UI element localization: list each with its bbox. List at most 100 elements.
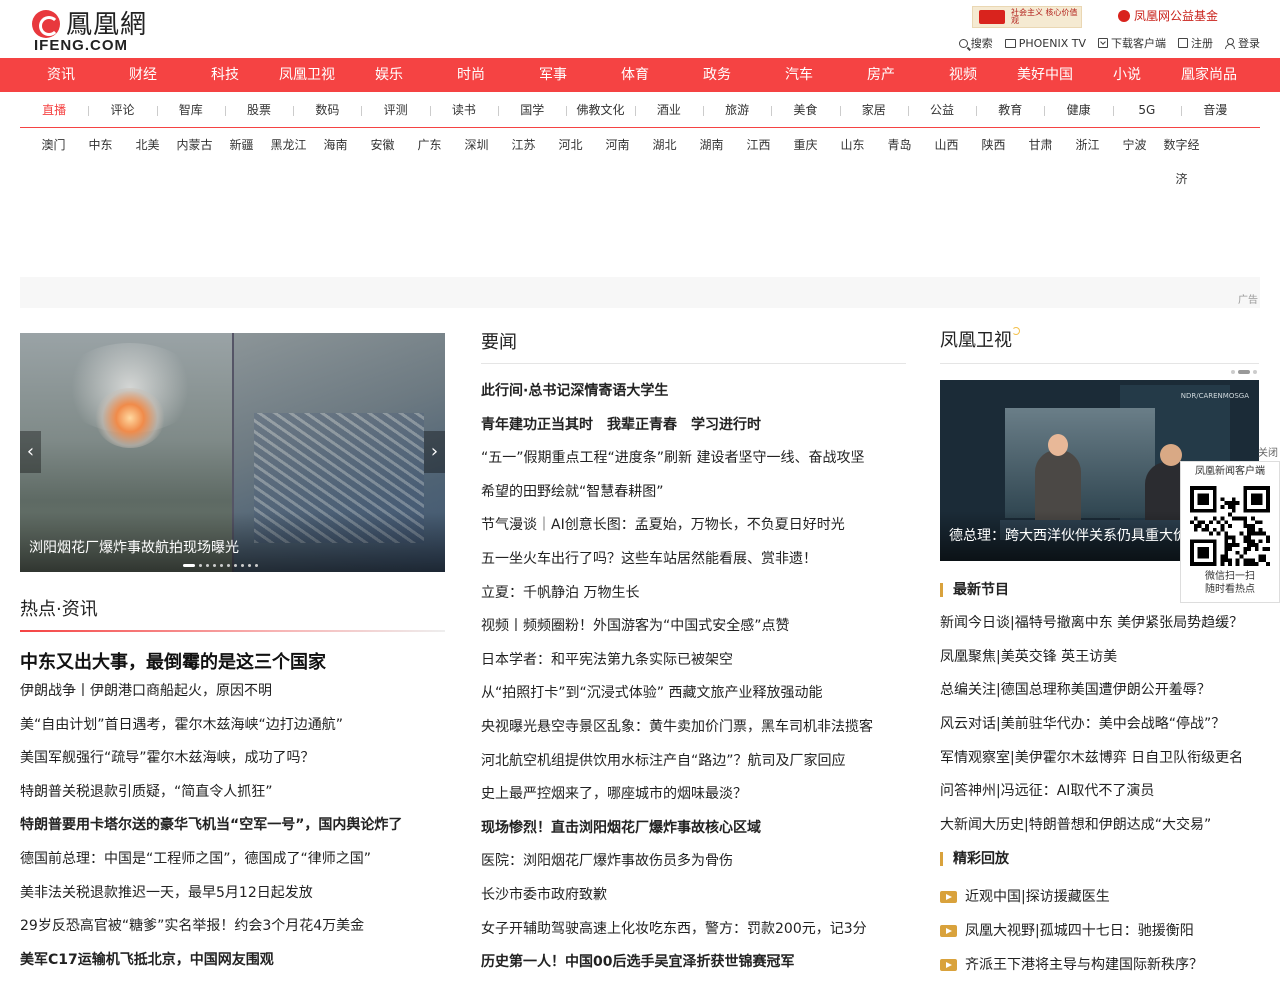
top-news-item[interactable]: 河北航空机组提供饮用水标注产自“路边”？航司及厂家回应 bbox=[481, 748, 911, 782]
secondary-nav-item[interactable]: 读书 bbox=[429, 94, 498, 127]
top-news-item[interactable]: 女子开辅助驾驶高速上化妆吃东西，警方：罚款200元，记3分 bbox=[481, 916, 911, 950]
primary-nav-item[interactable]: 小说 bbox=[1086, 58, 1168, 92]
top-news-item[interactable]: 青年建功正当其时 我辈正青春 学习进行时 bbox=[481, 412, 911, 446]
ad-banner[interactable]: 广告 bbox=[20, 277, 1260, 308]
slider-next-button[interactable]: › bbox=[424, 431, 445, 473]
primary-nav-item[interactable]: 房产 bbox=[840, 58, 922, 92]
region-nav-item[interactable]: 内蒙古 bbox=[171, 128, 218, 162]
top-news-item[interactable]: 长沙市委市政府致歉 bbox=[481, 882, 911, 916]
region-nav-item[interactable]: 海南 bbox=[312, 128, 359, 162]
top-news-item[interactable]: “五一”假期重点工程“进度条”刷新 建设者坚守一线、奋战攻坚 bbox=[481, 445, 911, 479]
hot-news-item[interactable]: 特朗普关税退款引质疑，“简直令人抓狂” bbox=[20, 779, 450, 813]
primary-nav-item[interactable]: 体育 bbox=[594, 58, 676, 92]
secondary-nav-item[interactable]: 美食 bbox=[771, 94, 839, 127]
region-nav-item[interactable]: 数字经济 bbox=[1158, 128, 1205, 186]
secondary-nav-item[interactable]: 教育 bbox=[976, 94, 1044, 127]
region-nav-item[interactable]: 湖南 bbox=[688, 128, 735, 162]
primary-nav-item[interactable]: 美好中国 bbox=[1004, 58, 1086, 92]
region-nav-item[interactable]: 安徽 bbox=[359, 128, 406, 162]
primary-nav-item[interactable]: 财经 bbox=[102, 58, 184, 92]
region-nav-item[interactable]: 新疆 bbox=[218, 128, 265, 162]
tv-image-caption[interactable]: 德总理：跨大西洋伙伴关系仍具重大价值 bbox=[949, 525, 1201, 545]
replay-item[interactable]: 凤凰大视野|孤城四十七日：驰援衡阳 bbox=[940, 914, 1270, 948]
photo-slider[interactable]: 浏阳烟花厂爆炸事故航拍现场曝光 ‹ › bbox=[20, 333, 445, 572]
secondary-nav-item[interactable]: 家居 bbox=[839, 94, 908, 127]
top-news-item[interactable]: 现场惨烈！直击浏阳烟花厂爆炸事故核心区域 bbox=[481, 815, 911, 849]
primary-nav-item[interactable]: 军事 bbox=[512, 58, 594, 92]
region-nav-item[interactable]: 河北 bbox=[547, 128, 594, 162]
secondary-nav-item[interactable]: 酒业 bbox=[634, 94, 703, 127]
hot-news-item[interactable]: 29岁反恐高官被“糖爹”实名举报！约会3个月花4万美金 bbox=[20, 913, 450, 947]
secondary-nav-item[interactable]: 健康 bbox=[1044, 94, 1112, 127]
top-news-item[interactable]: 视频丨频频圈粉！外国游客为“中国式安全感”点赞 bbox=[481, 613, 911, 647]
region-nav-item[interactable]: 河南 bbox=[594, 128, 641, 162]
secondary-nav-item[interactable]: 5G bbox=[1112, 94, 1181, 127]
top-news-item[interactable]: 立夏：千帆静泊 万物生长 bbox=[481, 580, 911, 614]
latest-program-item[interactable]: 总编关注|德国总理称美国遭伊朗公开羞辱？ bbox=[940, 677, 1270, 711]
site-logo[interactable]: 鳳凰網 IFENG.COM bbox=[32, 8, 162, 54]
charity-banner[interactable]: 凤凰网公益基金 bbox=[1118, 8, 1238, 26]
region-nav-item[interactable]: 中东 bbox=[77, 128, 124, 162]
header-tool-2[interactable]: 下载客户端 bbox=[1098, 35, 1166, 51]
replay-item[interactable]: 近观中国|探访援藏医生 bbox=[940, 880, 1270, 914]
hot-news-item[interactable]: 美“自由计划”首日遇考，霍尔木兹海峡“边打边通航” bbox=[20, 712, 450, 746]
latest-program-item[interactable]: 凤凰聚焦|美英交锋 英王访美 bbox=[940, 644, 1270, 678]
top-news-item[interactable]: 日本学者：和平宪法第九条实际已被架空 bbox=[481, 647, 911, 681]
region-nav-item[interactable]: 青岛 bbox=[876, 128, 923, 162]
primary-nav-item[interactable]: 娱乐 bbox=[348, 58, 430, 92]
region-nav-item[interactable]: 澳门 bbox=[30, 128, 77, 162]
header-tool-4[interactable]: 登录 bbox=[1225, 35, 1260, 51]
secondary-nav-item[interactable]: 数码 bbox=[293, 94, 361, 127]
secondary-nav-item[interactable]: 公益 bbox=[907, 94, 976, 127]
latest-program-item[interactable]: 风云对话|美前驻华代办：美中会战略“停战”？ bbox=[940, 711, 1270, 745]
primary-nav-item[interactable]: 视频 bbox=[922, 58, 1004, 92]
slide-caption[interactable]: 浏阳烟花厂爆炸事故航拍现场曝光 bbox=[29, 537, 239, 557]
region-nav-item[interactable]: 甘肃 bbox=[1017, 128, 1064, 162]
region-nav-item[interactable]: 宁波 bbox=[1111, 128, 1158, 162]
latest-program-item[interactable]: 问答神州|冯远征：AI取代不了演员 bbox=[940, 778, 1270, 812]
region-nav-item[interactable]: 浙江 bbox=[1064, 128, 1111, 162]
values-banner[interactable]: 社会主义 核心价值观 bbox=[972, 6, 1082, 28]
top-news-item[interactable]: 历史第一人！中国00后选手吴宜泽折获世锦赛冠军 bbox=[481, 949, 911, 983]
header-tool-0[interactable]: 搜索 bbox=[958, 35, 993, 51]
primary-nav-item[interactable]: 政务 bbox=[676, 58, 758, 92]
region-nav-item[interactable]: 山西 bbox=[923, 128, 970, 162]
primary-nav-item[interactable]: 时尚 bbox=[430, 58, 512, 92]
secondary-nav-item[interactable]: 评论 bbox=[88, 94, 156, 127]
secondary-nav-item[interactable]: 智库 bbox=[156, 94, 225, 127]
top-news-item[interactable]: 央视曝光悬空寺景区乱象：黄牛卖加价门票，黑车司机非法揽客 bbox=[481, 714, 911, 748]
secondary-nav-item[interactable]: 国学 bbox=[498, 94, 566, 127]
region-nav-item[interactable]: 湖北 bbox=[641, 128, 688, 162]
tv-slider-dots[interactable] bbox=[1231, 370, 1257, 374]
secondary-nav-item[interactable]: 直播 bbox=[20, 94, 88, 127]
qr-close-button[interactable]: 关闭 bbox=[1258, 444, 1278, 459]
top-news-item[interactable]: 史上最严控烟来了，哪座城市的烟味最淡？ bbox=[481, 781, 911, 815]
secondary-nav-item[interactable]: 股票 bbox=[224, 94, 293, 127]
latest-program-item[interactable]: 大新闻大历史|特朗普想和伊朗达成“大交易” bbox=[940, 812, 1270, 846]
latest-program-item[interactable]: 军情观察室|美伊霍尔木兹博弈 日自卫队衔级更名 bbox=[940, 745, 1270, 779]
hot-headline[interactable]: 中东又出大事，最倒霉的是这三个国家 bbox=[20, 648, 326, 674]
hot-news-item[interactable]: 伊朗战争丨伊朗港口商船起火，原因不明 bbox=[20, 678, 450, 712]
region-nav-item[interactable]: 北美 bbox=[124, 128, 171, 162]
top-news-item[interactable]: 希望的田野绘就“智慧春耕图” bbox=[481, 479, 911, 513]
app-qr-float[interactable]: 凤凰新闻客户端 微信扫一扫 随时看热点 bbox=[1180, 461, 1280, 603]
primary-nav-item[interactable]: 资讯 bbox=[20, 58, 102, 92]
primary-nav-item[interactable]: 汽车 bbox=[758, 58, 840, 92]
slider-dots[interactable] bbox=[183, 564, 258, 567]
latest-program-item[interactable]: 新闻今日谈|福特号撤离中东 美伊紧张局势趋缓？ bbox=[940, 610, 1270, 644]
secondary-nav-item[interactable]: 评测 bbox=[361, 94, 429, 127]
hot-news-item[interactable]: 美军C17运输机飞抵北京，中国网友围观 bbox=[20, 947, 450, 981]
primary-nav-item[interactable]: 科技 bbox=[184, 58, 266, 92]
primary-nav-item[interactable]: 凰家尚品 bbox=[1168, 58, 1250, 92]
hot-news-item[interactable]: 德国前总理：中国是“工程师之国”，德国成了“律师之国” bbox=[20, 846, 450, 880]
top-news-item[interactable]: 节气漫谈｜AI创意长图：孟夏始，万物长，不负夏日好时光 bbox=[481, 512, 911, 546]
top-news-item[interactable]: 医院：浏阳烟花厂爆炸事故伤员多为骨伤 bbox=[481, 848, 911, 882]
primary-nav-item[interactable]: 凤凰卫视 bbox=[266, 58, 348, 92]
region-nav-item[interactable]: 广东 bbox=[406, 128, 453, 162]
slider-prev-button[interactable]: ‹ bbox=[20, 431, 41, 473]
region-nav-item[interactable]: 黑龙江 bbox=[265, 128, 312, 162]
replay-item[interactable]: 齐派王下港将主导与构建国际新秩序？ bbox=[940, 948, 1270, 982]
region-nav-item[interactable]: 江苏 bbox=[500, 128, 547, 162]
region-nav-item[interactable]: 深圳 bbox=[453, 128, 500, 162]
header-tool-3[interactable]: 注册 bbox=[1178, 35, 1213, 51]
